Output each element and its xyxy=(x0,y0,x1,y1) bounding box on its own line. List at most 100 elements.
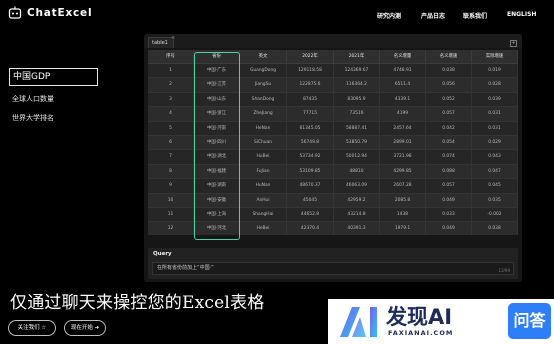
table-cell[interactable]: 2607.28 xyxy=(380,179,426,194)
table-cell[interactable]: 45045 xyxy=(287,193,334,208)
table-cell[interactable]: 0.049 xyxy=(426,222,472,235)
table-cell[interactable]: 53734.92 xyxy=(287,150,334,165)
table-cell[interactable]: AnHui xyxy=(240,193,287,208)
table-cell[interactable]: 4339.1 xyxy=(380,92,426,107)
table-cell[interactable]: 3 xyxy=(148,92,194,107)
header-cell[interactable]: 序号 xyxy=(148,50,194,64)
table-cell[interactable]: 0.031 xyxy=(472,107,518,122)
table-cell[interactable]: 48810 xyxy=(334,164,380,179)
table-cell[interactable]: 中国·安徽 xyxy=(194,193,240,208)
table-cell[interactable]: 2 xyxy=(148,78,194,93)
table-cell[interactable]: 56749.8 xyxy=(287,135,334,150)
table-cell[interactable]: 2457.64 xyxy=(380,121,426,136)
table-cell[interactable]: 0.028 xyxy=(472,78,518,93)
table-cell[interactable]: 61345.05 xyxy=(287,121,334,136)
table-cell[interactable]: 87435 xyxy=(287,92,334,107)
table-cell[interactable]: 中国·湖北 xyxy=(194,150,240,165)
table-cell[interactable]: 8 xyxy=(148,164,194,179)
table-cell[interactable]: 6511.4 xyxy=(380,78,426,93)
table-cell[interactable]: 129118.58 xyxy=(287,64,334,78)
table-cell[interactable]: 0.047 xyxy=(472,164,518,179)
table-row[interactable]: 7 中国·湖北 HuBei 53734.92 50012.94 3721.98 0.074 0… xyxy=(148,150,518,165)
table-cell[interactable]: 10 xyxy=(148,193,194,208)
table-cell[interactable]: FuJian xyxy=(240,164,287,179)
table-cell[interactable]: SiChuan xyxy=(240,135,287,150)
table-cell[interactable]: 50012.94 xyxy=(334,150,380,165)
query-input[interactable]: 在所有省份前加上“中国·” 13/99 xyxy=(152,262,514,275)
table-cell[interactable]: 2899.01 xyxy=(380,135,426,150)
table-cell[interactable]: HeBei xyxy=(240,222,287,235)
sidebar-item-university-ranking[interactable]: 世界大学排名 xyxy=(12,113,54,123)
table-row[interactable]: 12 中国·河北 HeBei 42370.4 40391.3 1979.1 0.049 0.0… xyxy=(148,222,518,235)
table-cell[interactable]: 中国·江苏 xyxy=(194,78,240,93)
table-cell[interactable]: 0.057 xyxy=(426,179,472,194)
expand-icon[interactable]: + xyxy=(510,40,517,47)
get-started-button[interactable]: 现在开始 ➜ xyxy=(64,320,106,336)
table-cell[interactable]: 0.042 xyxy=(426,121,472,136)
table-cell[interactable]: 53109.85 xyxy=(287,164,334,179)
table-cell[interactable]: 0.074 xyxy=(426,150,472,165)
table-cell[interactable]: 44652.8 xyxy=(287,207,334,222)
table-cell[interactable]: HuBei xyxy=(240,150,287,165)
table-cell[interactable]: ZheJiang xyxy=(240,107,287,122)
table-cell[interactable]: ShanDong xyxy=(240,92,287,107)
table-cell[interactable]: 中国·福建 xyxy=(194,164,240,179)
nav-changelog[interactable]: 产品日志 xyxy=(421,11,445,20)
table-cell[interactable]: 53850.79 xyxy=(334,135,380,150)
header-cell[interactable]: 名义增速 xyxy=(426,50,472,64)
table-cell[interactable]: 5 xyxy=(148,121,194,136)
table-row[interactable]: 1 中国·广东 GuangDong 129118.58 124369.67 4748.91… xyxy=(148,64,518,79)
table-cell[interactable]: 中国·上海 xyxy=(194,207,240,222)
table-cell[interactable]: 1438 xyxy=(380,207,426,222)
header-cell[interactable]: 实际增速 xyxy=(472,50,518,64)
table-cell[interactable]: 116364.2 xyxy=(334,78,380,93)
table-cell[interactable]: 83095.9 xyxy=(334,92,380,107)
table-cell[interactable]: 0.019 xyxy=(472,64,518,78)
table-row[interactable]: 9 中国·湖南 HuNan 48670.37 46063.09 2607.28 0.057 0… xyxy=(148,179,518,194)
follow-us-button[interactable]: 关注我们 ☆ xyxy=(8,320,56,336)
table-cell[interactable]: 0.056 xyxy=(426,78,472,93)
table-cell[interactable]: 中国·河北 xyxy=(194,222,240,235)
table-cell[interactable]: 中国·山东 xyxy=(194,92,240,107)
table-cell[interactable]: 43214.8 xyxy=(334,207,380,222)
table-cell[interactable]: 7 xyxy=(148,150,194,165)
header-cell[interactable]: 名义增量 xyxy=(380,50,426,64)
table-cell[interactable]: HeNan xyxy=(240,121,287,136)
header-cell[interactable]: 2022年 xyxy=(287,50,334,64)
table-cell[interactable]: 0.043 xyxy=(472,150,518,165)
table-cell[interactable]: 4748.91 xyxy=(380,64,426,78)
table-cell[interactable]: -0.002 xyxy=(472,207,518,222)
table-cell[interactable]: 42370.4 xyxy=(287,222,334,235)
table-cell[interactable]: 0.038 xyxy=(426,64,472,78)
table-cell[interactable]: JiangSu xyxy=(240,78,287,93)
table-row[interactable]: 4 中国·浙江 ZheJiang 77715 73516 4199 0.057 0.031 xyxy=(148,107,518,122)
nav-research[interactable]: 研究内测 xyxy=(377,11,401,20)
table-cell[interactable]: 42959.2 xyxy=(334,193,380,208)
table-cell[interactable]: 0.049 xyxy=(426,193,472,208)
table-cell[interactable]: 0.088 xyxy=(426,164,472,179)
table-cell[interactable]: 0.045 xyxy=(472,179,518,194)
table-cell[interactable]: 中国·湖南 xyxy=(194,179,240,194)
table-cell[interactable]: 6 xyxy=(148,135,194,150)
table-cell[interactable]: 中国·浙江 xyxy=(194,107,240,122)
table-row[interactable]: 8 中国·福建 FuJian 53109.85 48810 4299.85 0.088 0.0… xyxy=(148,164,518,180)
sidebar-item-china-gdp[interactable]: 中国GDP xyxy=(9,68,98,86)
sidebar-item-world-population[interactable]: 全球人口数量 xyxy=(12,94,54,104)
table-cell[interactable]: 40391.3 xyxy=(334,222,380,235)
table-cell[interactable]: 0.054 xyxy=(426,135,472,150)
table-cell[interactable]: HuNan xyxy=(240,179,287,194)
table-cell[interactable]: 中国·四川 xyxy=(194,135,240,150)
table-cell[interactable]: 0.029 xyxy=(472,135,518,150)
table-cell[interactable]: 4199 xyxy=(380,107,426,122)
table-row[interactable]: 10 中国·安徽 AnHui 45045 42959.2 2085.8 0.049 0.035 xyxy=(148,193,518,208)
table-cell[interactable]: 48670.37 xyxy=(287,179,334,194)
table-cell[interactable]: 0.035 xyxy=(472,193,518,208)
table-row[interactable]: 3 中国·山东 ShanDong 87435 83095.9 4339.1 0.052 0.0… xyxy=(148,92,518,108)
table-cell[interactable]: 73516 xyxy=(334,107,380,122)
nav-english[interactable]: ENGLISH xyxy=(507,11,536,18)
tab-close-icon[interactable]: × xyxy=(171,35,175,41)
table-cell[interactable]: 46063.09 xyxy=(334,179,380,194)
table-cell[interactable]: 0.033 xyxy=(426,207,472,222)
table-cell[interactable]: 中国·河南 xyxy=(194,121,240,136)
table-row[interactable]: 6 中国·四川 SiChuan 56749.8 53850.79 2899.01 0.054… xyxy=(148,135,518,151)
